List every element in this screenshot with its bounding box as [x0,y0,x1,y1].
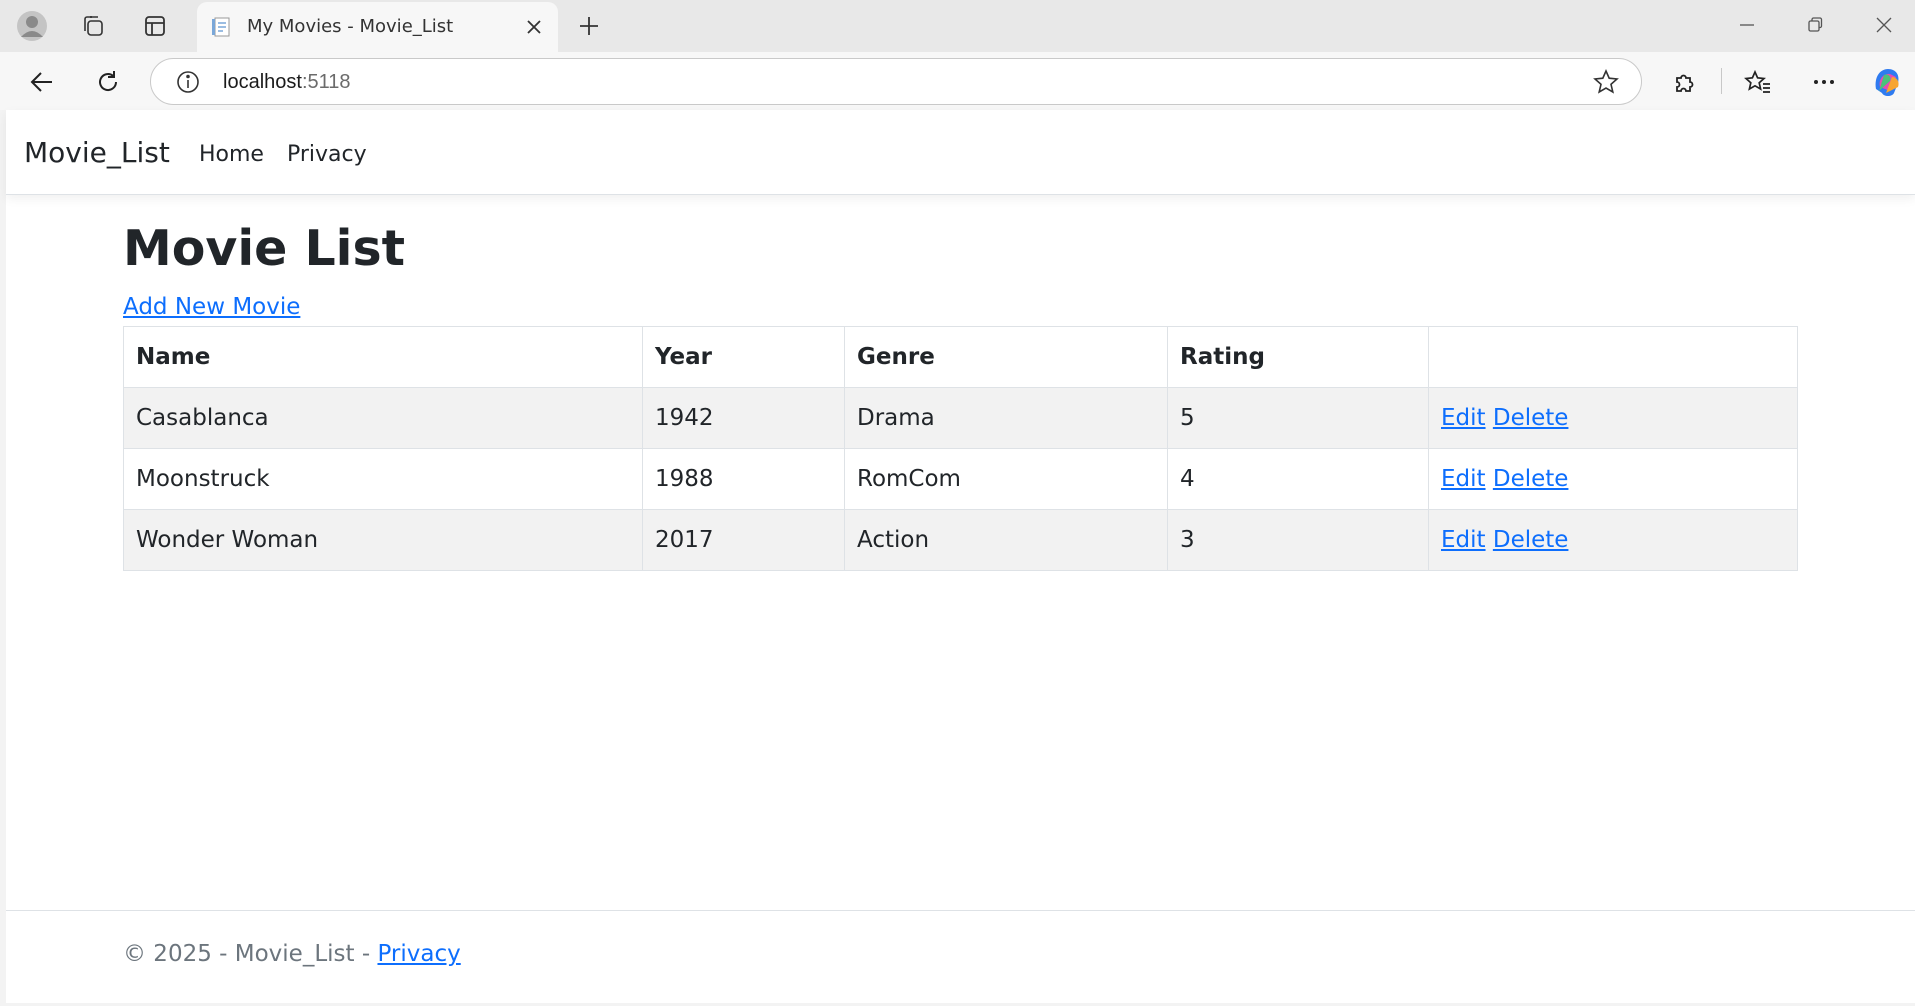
cell-name: Casablanca [123,387,643,449]
edit-link[interactable]: Edit [1441,527,1486,553]
page-favicon-icon [211,16,233,42]
table-row: Casablanca 1942 Drama 5 Edit Delete [123,387,1798,449]
more-menu-icon[interactable] [1804,62,1844,102]
browser-toolbar: localhost:5118 [0,52,1915,110]
nav-link-home[interactable]: Home [199,142,264,167]
navbar-brand[interactable]: Movie_List [24,136,170,169]
edit-link[interactable]: Edit [1441,466,1486,492]
cell-genre: RomCom [844,448,1168,510]
cell-name: Moonstruck [123,448,643,510]
vertical-tabs-icon[interactable] [137,8,173,44]
restore-icon[interactable] [1790,6,1840,44]
copilot-icon[interactable] [1867,62,1907,102]
delete-link[interactable]: Delete [1493,405,1569,431]
site-footer: © 2025 - Movie_List - Privacy [6,910,1915,1003]
profile-avatar-icon[interactable] [14,8,50,44]
site-navbar: Movie_List Home Privacy [6,110,1915,195]
toolbar-separator [1721,68,1722,94]
page-title: Movie List [123,220,406,277]
url-host: localhost [223,71,302,93]
edit-link[interactable]: Edit [1441,405,1486,431]
url-port: :5118 [301,71,351,93]
delete-link[interactable]: Delete [1493,466,1569,492]
tab-title: My Movies - Movie_List [247,16,454,37]
close-window-icon[interactable] [1859,6,1909,44]
cell-genre: Drama [844,387,1168,449]
cell-year: 2017 [642,509,845,571]
movies-table: Name Year Genre Rating Casablanca 1942 D… [123,326,1798,571]
cell-rating: 5 [1167,387,1429,449]
header-actions [1428,326,1798,388]
header-name: Name [123,326,643,388]
workspaces-icon[interactable] [75,8,111,44]
cell-name: Wonder Woman [123,509,643,571]
table-row: Wonder Woman 2017 Action 3 Edit Delete [123,509,1798,571]
extensions-icon[interactable] [1665,62,1705,102]
delete-link[interactable]: Delete [1493,527,1569,553]
refresh-icon[interactable] [88,62,128,102]
header-rating: Rating [1167,326,1429,388]
footer-privacy-link[interactable]: Privacy [377,941,460,967]
new-tab-icon[interactable] [571,8,607,44]
cell-actions: Edit Delete [1428,448,1798,510]
cell-rating: 4 [1167,448,1429,510]
table-header-row: Name Year Genre Rating [123,326,1798,388]
footer-copyright: © 2025 - Movie_List - [123,941,378,967]
url-text[interactable]: localhost:5118 [223,71,351,94]
page-viewport: Movie_List Home Privacy Movie List Add N… [6,110,1915,1003]
cell-genre: Action [844,509,1168,571]
table-row: Moonstruck 1988 RomCom 4 Edit Delete [123,448,1798,510]
site-info-icon[interactable] [175,69,201,99]
cell-year: 1988 [642,448,845,510]
tab-close-icon[interactable] [522,15,546,39]
cell-actions: Edit Delete [1428,387,1798,449]
minimize-icon[interactable] [1722,6,1772,44]
cell-actions: Edit Delete [1428,509,1798,571]
cell-rating: 3 [1167,509,1429,571]
favorite-star-icon[interactable] [1593,69,1619,99]
back-icon[interactable] [22,62,62,102]
tab-my-movies[interactable]: My Movies - Movie_List [197,2,558,52]
footer-text: © 2025 - Movie_List - Privacy [123,941,461,967]
favorites-icon[interactable] [1738,62,1778,102]
header-year: Year [642,326,845,388]
cell-year: 1942 [642,387,845,449]
browser-titlebar: My Movies - Movie_List [0,0,1915,52]
header-genre: Genre [844,326,1168,388]
address-bar[interactable]: localhost:5118 [150,58,1642,105]
add-new-movie-link[interactable]: Add New Movie [123,294,300,320]
nav-link-privacy[interactable]: Privacy [287,142,367,167]
